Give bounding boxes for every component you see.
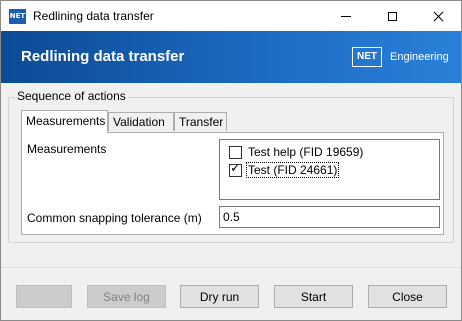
save-log-button[interactable]: Save log	[87, 285, 166, 308]
minimize-icon	[341, 15, 351, 17]
tolerance-label: Common snapping tolerance (m)	[27, 211, 202, 225]
window-title: Redlining data transfer	[33, 9, 154, 23]
list-item[interactable]: Test (FID 24661)	[229, 161, 340, 178]
tab-transfer[interactable]: Transfer	[174, 112, 227, 131]
tab-measurements[interactable]: Measurements	[21, 110, 108, 133]
measurement-label: Test help (FID 19659)	[248, 145, 364, 159]
brand-logo: NET Engineering	[352, 47, 449, 67]
list-item[interactable]: Test help (FID 19659)	[229, 145, 364, 159]
close-button[interactable]: Close	[368, 285, 447, 308]
app-logo-icon: NET	[9, 9, 26, 24]
divider	[1, 267, 461, 268]
dialog-window: NET Redlining data transfer Redlining da…	[0, 0, 462, 321]
title-bar[interactable]: NET Redlining data transfer	[1, 1, 461, 31]
header-banner: Redlining data transfer NET Engineering	[1, 31, 461, 83]
close-icon	[433, 11, 444, 22]
measurements-checklist[interactable]: Test help (FID 19659) Test (FID 24661)	[219, 139, 440, 200]
tolerance-input[interactable]: 0.5	[219, 206, 440, 228]
start-button[interactable]: Start	[274, 285, 353, 308]
brand-text: Engineering	[390, 51, 449, 63]
groupbox-legend: Sequence of actions	[15, 89, 128, 103]
blank-button[interactable]	[16, 285, 72, 308]
close-window-button[interactable]	[415, 1, 461, 31]
tab-validation[interactable]: Validation	[108, 112, 174, 131]
measurements-label: Measurements	[27, 142, 107, 156]
maximize-icon	[387, 11, 397, 21]
minimize-button[interactable]	[323, 1, 369, 31]
net-logo-icon: NET	[352, 47, 382, 67]
measurement-label: Test (FID 24661)	[245, 162, 340, 178]
checkbox-checked[interactable]	[229, 161, 242, 177]
checkbox-unchecked[interactable]	[229, 145, 242, 159]
maximize-button[interactable]	[369, 1, 415, 31]
banner-title: Redlining data transfer	[21, 48, 185, 65]
dry-run-button[interactable]: Dry run	[180, 285, 259, 308]
